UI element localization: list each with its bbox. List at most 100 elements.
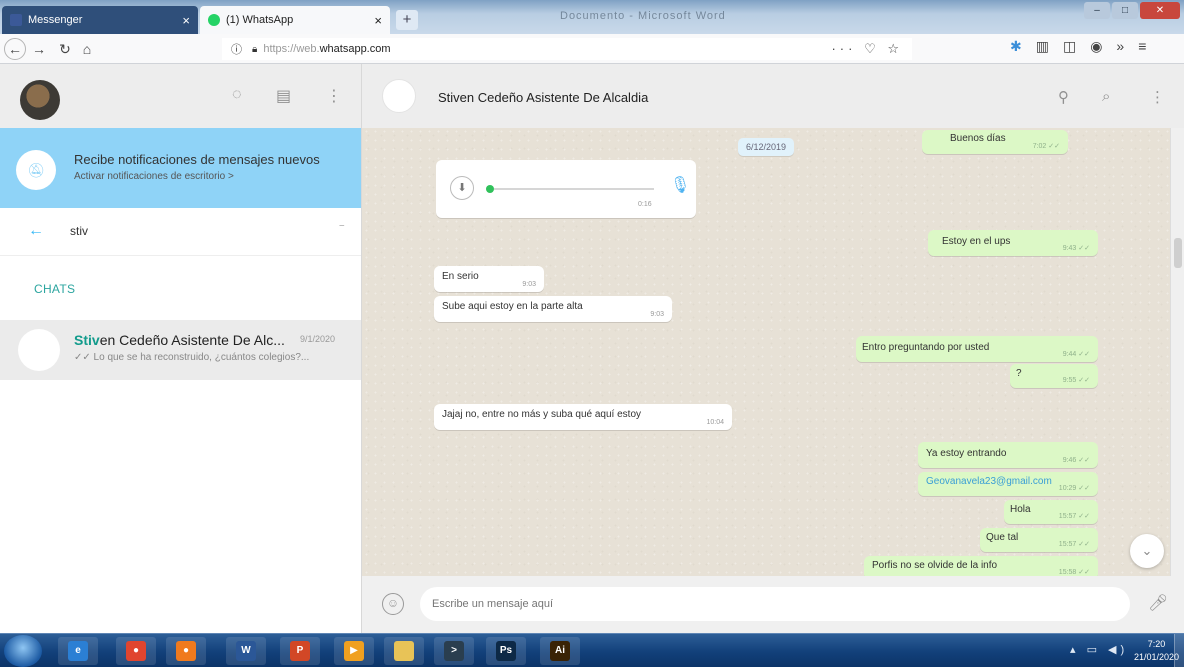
message-time: 9:55 ✓✓ xyxy=(1062,377,1090,384)
close-tab-icon[interactable]: × xyxy=(374,13,382,28)
tab-whatsapp[interactable]: (1) WhatsApp × xyxy=(200,6,390,34)
scroll-to-bottom-button[interactable]: ⌄ xyxy=(1130,534,1164,568)
message-time: 9:43 ✓✓ xyxy=(1062,245,1090,252)
forward-button[interactable]: → xyxy=(28,38,50,60)
menu-icon[interactable]: ≡ xyxy=(1138,38,1146,55)
search-icon[interactable]: ⚲ xyxy=(1058,88,1069,106)
minimize-button[interactable]: – xyxy=(1084,2,1110,19)
home-button[interactable]: ⌂ xyxy=(76,38,98,60)
taskbar-app[interactable]: e xyxy=(58,637,98,665)
audio-progress-track[interactable] xyxy=(494,188,654,190)
info-icon[interactable]: ⓘ xyxy=(231,41,242,57)
message-incoming[interactable]: Jajaj no, entre no más y suba qué aquí e… xyxy=(434,404,732,430)
voice-message[interactable]: ⬇ 0:16 🎙︎ xyxy=(436,160,696,218)
notification-banner[interactable]: 🔕︎ Recibe notificaciones de mensajes nue… xyxy=(0,128,361,208)
chat-list-item[interactable]: Stiven Cedeño Asistente De Alc... 9/1/20… xyxy=(0,320,361,380)
message-text: Porfis no se olvide de la info xyxy=(872,560,998,571)
message-text: Sube aqui estoy en la parte alta xyxy=(442,301,583,312)
tab-label: Messenger xyxy=(28,14,83,26)
extension-icon[interactable]: ◉ xyxy=(1090,38,1102,55)
taskbar-app[interactable]: ▶ xyxy=(334,637,374,665)
audio-progress-dot[interactable] xyxy=(486,185,494,193)
profile-avatar[interactable] xyxy=(20,80,60,120)
chat-preview: ✓✓ Lo que se ha reconstruido, ¿cuántos c… xyxy=(74,352,310,363)
message-time: 9:03 xyxy=(650,311,664,318)
window-close-button[interactable]: ✕ xyxy=(1140,2,1180,19)
show-desktop-button[interactable] xyxy=(1174,634,1184,667)
new-tab-button[interactable]: + xyxy=(396,10,418,30)
back-button[interactable]: ← xyxy=(4,38,26,60)
word-icon: W xyxy=(236,641,256,661)
email-link[interactable]: Geovanavela23@gmail.com xyxy=(926,476,1052,487)
attach-icon[interactable]: ⌕ xyxy=(1102,88,1110,105)
message-outgoing[interactable]: Estoy en el ups 9:43 ✓✓ xyxy=(928,230,1098,256)
chat-avatar xyxy=(18,329,60,371)
whatsapp-app: ◌ ▤ ⋮ 🔕︎ Recibe notificaciones de mensaj… xyxy=(0,64,1184,633)
clock[interactable]: 7:20 21/01/2020 xyxy=(1134,638,1179,664)
message-outgoing[interactable]: Porfis no se olvide de la info 15:58 ✓✓ xyxy=(864,556,1098,576)
voice-record-icon[interactable]: 🎤︎ xyxy=(1148,593,1168,613)
taskbar-app[interactable]: Ps xyxy=(486,637,526,665)
address-bar[interactable]: ⓘ 🔒︎ https://web. whatsapp.com ··· ♡ ☆ xyxy=(222,38,912,60)
message-incoming[interactable]: En serio 9:03 xyxy=(434,266,544,292)
taskbar-app[interactable]: W xyxy=(226,637,266,665)
message-list: 6/12/2019 Buenos días 7:02 ✓✓ ⬇ 0:16 🎙︎ … xyxy=(362,128,1170,576)
message-outgoing[interactable]: Entro preguntando por usted 9:44 ✓✓ xyxy=(856,336,1098,362)
reload-button[interactable]: ↻ xyxy=(54,38,76,60)
menu-dots-icon[interactable]: ⋮ xyxy=(1150,88,1165,106)
search-back-icon[interactable]: ← xyxy=(28,222,44,240)
contact-name[interactable]: Stiven Cedeño Asistente De Alcaldia xyxy=(438,90,648,105)
message-outgoing[interactable]: Ya estoy entrando 9:46 ✓✓ xyxy=(918,442,1098,468)
scrollbar-thumb[interactable] xyxy=(1174,238,1182,268)
new-chat-icon[interactable]: ▤ xyxy=(276,86,291,106)
message-outgoing[interactable]: Que tal 15:57 ✓✓ xyxy=(980,528,1098,552)
chat-sidebar: ◌ ▤ ⋮ 🔕︎ Recibe notificaciones de mensaj… xyxy=(0,64,362,633)
sidebar-toggle-icon[interactable]: ◫ xyxy=(1063,38,1076,55)
sidebar-header: ◌ ▤ ⋮ xyxy=(0,64,361,128)
browser-toolbar: ✱ ▥ ◫ ◉ » ≡ xyxy=(1010,38,1146,55)
message-outgoing[interactable]: Buenos días 7:02 ✓✓ xyxy=(922,130,1068,154)
message-outgoing[interactable]: ? 9:55 ✓✓ xyxy=(1010,364,1098,388)
powerpoint-icon: P xyxy=(290,641,310,661)
taskbar-app[interactable]: ● xyxy=(166,637,206,665)
taskbar-app[interactable]: Ai xyxy=(540,637,580,665)
clear-search-icon[interactable]: ⁻ xyxy=(339,220,345,234)
photoshop-icon: Ps xyxy=(496,641,516,661)
download-audio-icon[interactable]: ⬇ xyxy=(450,176,474,200)
conversation-header[interactable]: Stiven Cedeño Asistente De Alcaldia ⚲ ⌕ … xyxy=(362,64,1184,128)
status-icon[interactable]: ◌ xyxy=(232,86,242,104)
browser-nav-bar: ← → ↻ ⌂ ⓘ 🔒︎ https://web. whatsapp.com ·… xyxy=(0,34,1184,64)
windows-taskbar: e ● ● W P ▶ > Ps Ai ▴ ▭ ◀) 7:20 21/01/2020 xyxy=(0,633,1184,667)
taskbar-app[interactable]: > xyxy=(434,637,474,665)
message-input[interactable] xyxy=(420,587,1130,621)
whatsapp-favicon-icon xyxy=(208,14,220,26)
taskbar-app[interactable]: P xyxy=(280,637,320,665)
message-text: Entro preguntando por usted xyxy=(862,342,990,353)
tab-messenger[interactable]: Messenger × xyxy=(2,6,198,34)
message-time: 9:03 xyxy=(522,281,536,288)
search-input[interactable] xyxy=(70,220,330,242)
maximize-button[interactable]: □ xyxy=(1112,2,1138,19)
library-icon[interactable]: ▥ xyxy=(1036,38,1049,55)
message-outgoing[interactable]: Geovanavela23@gmail.com 10:29 ✓✓ xyxy=(918,472,1098,496)
page-actions-icon[interactable]: ··· ♡ ☆ xyxy=(831,41,903,57)
taskbar-app[interactable] xyxy=(384,637,424,665)
message-outgoing[interactable]: Hola 15:57 ✓✓ xyxy=(1004,500,1098,524)
start-button[interactable] xyxy=(4,635,42,667)
taskbar-app[interactable]: ● xyxy=(116,637,156,665)
lock-icon: 🔒︎ xyxy=(252,43,258,55)
firefox-icon: ● xyxy=(176,641,196,661)
contact-avatar[interactable] xyxy=(382,79,416,113)
translate-icon[interactable]: ✱ xyxy=(1010,38,1022,55)
close-tab-icon[interactable]: × xyxy=(182,13,190,28)
message-text: ? xyxy=(1016,368,1022,379)
message-incoming[interactable]: Sube aqui estoy en la parte alta 9:03 xyxy=(434,296,672,322)
conversation-scrollbar[interactable] xyxy=(1170,128,1184,576)
menu-dots-icon[interactable]: ⋮ xyxy=(326,86,342,106)
messenger-favicon-icon xyxy=(10,14,22,26)
date-chip: 6/12/2019 xyxy=(738,138,795,156)
system-tray[interactable]: ▴ ▭ ◀) xyxy=(1070,643,1128,656)
overflow-icon[interactable]: » xyxy=(1116,38,1124,55)
emoji-icon[interactable]: ☺ xyxy=(382,593,404,615)
enable-notifications-link[interactable]: Activar notificaciones de escritorio > xyxy=(74,171,234,182)
